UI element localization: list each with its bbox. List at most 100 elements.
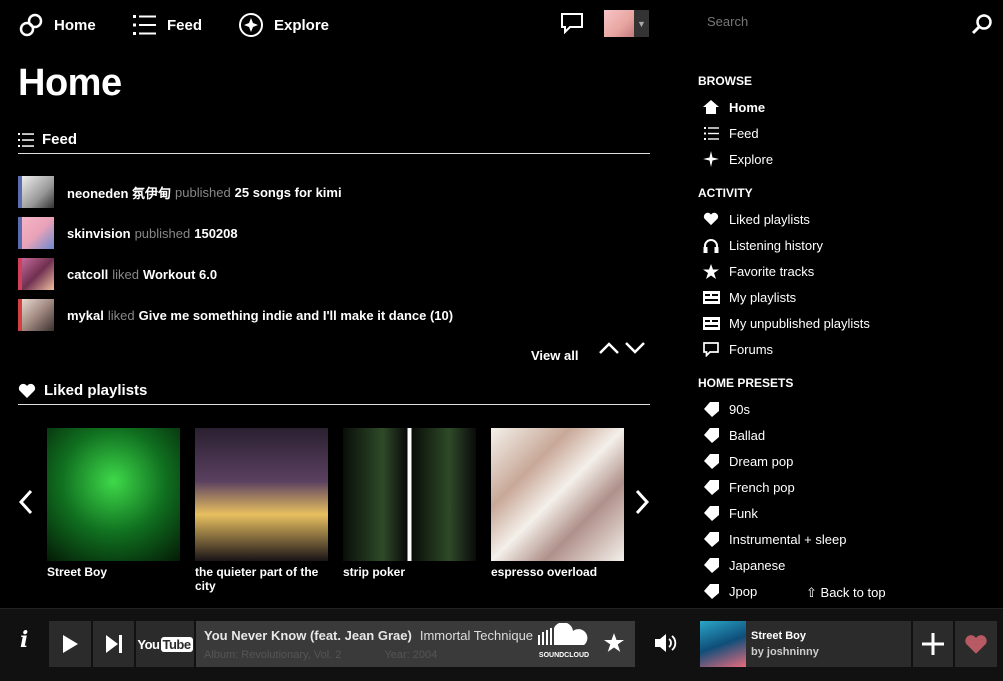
feed-title[interactable]: Workout 6.0 bbox=[143, 267, 217, 282]
back-to-top-link[interactable]: ⇧ Back to top bbox=[806, 585, 886, 601]
sidebar-item-listening-history[interactable]: Listening history bbox=[702, 235, 823, 255]
preset-item[interactable]: Jpop bbox=[702, 581, 757, 601]
playlist-title[interactable]: espresso overload bbox=[491, 565, 624, 579]
playlist-card-icon bbox=[702, 314, 720, 332]
tag-icon bbox=[702, 478, 720, 496]
feed-action: published bbox=[134, 225, 191, 241]
sparkle-icon bbox=[702, 150, 720, 168]
search-icon[interactable] bbox=[971, 13, 993, 40]
preset-label: Ballad bbox=[729, 427, 766, 443]
sidebar-item-home[interactable]: Home bbox=[702, 97, 765, 117]
playlist-card[interactable]: Street Boy bbox=[47, 428, 180, 579]
feed-user[interactable]: skinvision bbox=[67, 226, 131, 241]
youtube-button[interactable]: You Tube bbox=[136, 621, 194, 667]
messages-icon[interactable] bbox=[560, 12, 584, 39]
play-icon bbox=[63, 635, 78, 653]
tag-icon bbox=[702, 400, 720, 418]
chevron-up-icon[interactable] bbox=[598, 338, 620, 358]
track-year: Year: 2004 bbox=[384, 649, 438, 661]
sidebar-item-label: Feed bbox=[729, 125, 759, 141]
now-playing-playlist[interactable]: Street Boy by joshninny bbox=[700, 621, 911, 667]
feed-user[interactable]: neoneden 氛伊甸 bbox=[67, 183, 171, 202]
nav-feed[interactable]: Feed bbox=[133, 10, 202, 40]
sidebar-item-unpublished-playlists[interactable]: My unpublished playlists bbox=[702, 313, 870, 333]
feed-action: liked bbox=[112, 266, 139, 282]
feed-thumbnail[interactable] bbox=[18, 258, 54, 290]
sidebar-item-explore[interactable]: Explore bbox=[702, 149, 773, 169]
search-input[interactable] bbox=[707, 10, 957, 32]
feed-thumbnail[interactable] bbox=[18, 217, 54, 249]
playlist-title[interactable]: the quieter part of the city bbox=[195, 565, 328, 593]
star-icon[interactable] bbox=[604, 633, 624, 652]
play-button[interactable] bbox=[49, 621, 91, 667]
feed-thumbnail[interactable] bbox=[18, 176, 54, 208]
arrow-up-icon: ⇧ bbox=[806, 585, 817, 600]
preset-label: Dream pop bbox=[729, 453, 794, 469]
headphones-icon bbox=[702, 236, 720, 254]
preset-item[interactable]: Dream pop bbox=[702, 451, 793, 471]
caret-down-icon: ▼ bbox=[637, 18, 646, 29]
tag-icon bbox=[702, 504, 720, 522]
track-album: Album: Revolutionary, Vol. 2 bbox=[204, 649, 342, 661]
nav-explore[interactable]: Explore bbox=[238, 10, 329, 40]
sidebar-item-label: Listening history bbox=[729, 237, 823, 253]
soundcloud-logo[interactable]: SOUNDCLOUD bbox=[534, 622, 594, 665]
chevron-down-icon[interactable] bbox=[624, 338, 646, 358]
feed-item: catcoll liked Workout 6.0 bbox=[18, 258, 650, 290]
preset-item[interactable]: Instrumental + sleep bbox=[702, 529, 846, 549]
chevron-right-icon[interactable] bbox=[632, 488, 652, 516]
track-meta: Album: Revolutionary, Vol. 2 Year: 2004 bbox=[204, 649, 437, 661]
tag-icon bbox=[702, 530, 720, 548]
feed-user[interactable]: mykal bbox=[67, 308, 104, 323]
page-title: Home bbox=[18, 62, 122, 104]
now-playing-cover[interactable] bbox=[700, 621, 746, 667]
soundcloud-cloud-icon bbox=[538, 622, 588, 645]
feed-title[interactable]: 25 songs for kimi bbox=[235, 185, 342, 200]
sidebar-item-my-playlists[interactable]: My playlists bbox=[702, 287, 796, 307]
nav-home[interactable]: Home bbox=[18, 10, 96, 40]
avatar-dropdown-button[interactable]: ▼ bbox=[634, 10, 649, 37]
sidebar-item-feed[interactable]: Feed bbox=[702, 123, 759, 143]
next-button[interactable] bbox=[93, 621, 134, 667]
view-all-link[interactable]: View all bbox=[531, 348, 578, 363]
add-button[interactable] bbox=[913, 621, 953, 667]
feed-item: mykal liked Give me something indie and … bbox=[18, 299, 650, 331]
info-button[interactable]: i bbox=[20, 627, 28, 653]
feed-title[interactable]: Give me something indie and I'll make it… bbox=[139, 308, 453, 323]
tag-icon bbox=[702, 452, 720, 470]
speech-bubble-icon bbox=[702, 340, 720, 358]
playlist-title[interactable]: Street Boy bbox=[47, 565, 180, 579]
playlist-cover[interactable] bbox=[491, 428, 624, 561]
playlist-cover[interactable] bbox=[47, 428, 180, 561]
heart-icon bbox=[18, 383, 36, 398]
like-button[interactable] bbox=[955, 621, 997, 667]
feed-item: neoneden 氛伊甸 published 25 songs for kimi bbox=[18, 176, 650, 208]
playlist-title[interactable]: strip poker bbox=[343, 565, 476, 579]
preset-item[interactable]: French pop bbox=[702, 477, 795, 497]
playlist-card[interactable]: the quieter part of the city bbox=[195, 428, 328, 593]
track-title: You Never Know (feat. Jean Grae) Immortal… bbox=[204, 628, 533, 643]
preset-item[interactable]: Funk bbox=[702, 503, 758, 523]
sidebar-item-label: My unpublished playlists bbox=[729, 315, 870, 331]
feed-user[interactable]: catcoll bbox=[67, 267, 108, 282]
feed-thumbnail[interactable] bbox=[18, 299, 54, 331]
chevron-left-icon[interactable] bbox=[16, 488, 36, 516]
preset-item[interactable]: 90s bbox=[702, 399, 750, 419]
sidebar-item-label: Forums bbox=[729, 341, 774, 357]
playlist-card[interactable]: espresso overload bbox=[491, 428, 624, 579]
preset-item[interactable]: Japanese bbox=[702, 555, 785, 575]
playlist-cover[interactable] bbox=[195, 428, 328, 561]
back-to-top-label: Back to top bbox=[820, 585, 886, 600]
sidebar-item-liked-playlists[interactable]: Liked playlists bbox=[702, 209, 810, 229]
feed-title[interactable]: 150208 bbox=[194, 226, 237, 241]
sidebar-item-favorite-tracks[interactable]: Favorite tracks bbox=[702, 261, 814, 281]
preset-item[interactable]: Ballad bbox=[702, 425, 765, 445]
playlist-card[interactable]: strip poker bbox=[343, 428, 476, 579]
avatar[interactable] bbox=[604, 10, 634, 37]
plus-icon bbox=[922, 633, 944, 655]
playlist-cover[interactable] bbox=[343, 428, 476, 561]
preset-label: Japanese bbox=[729, 557, 786, 573]
volume-icon[interactable] bbox=[655, 633, 679, 653]
track-artist: Immortal Technique bbox=[419, 628, 534, 643]
sidebar-item-forums[interactable]: Forums bbox=[702, 339, 773, 359]
